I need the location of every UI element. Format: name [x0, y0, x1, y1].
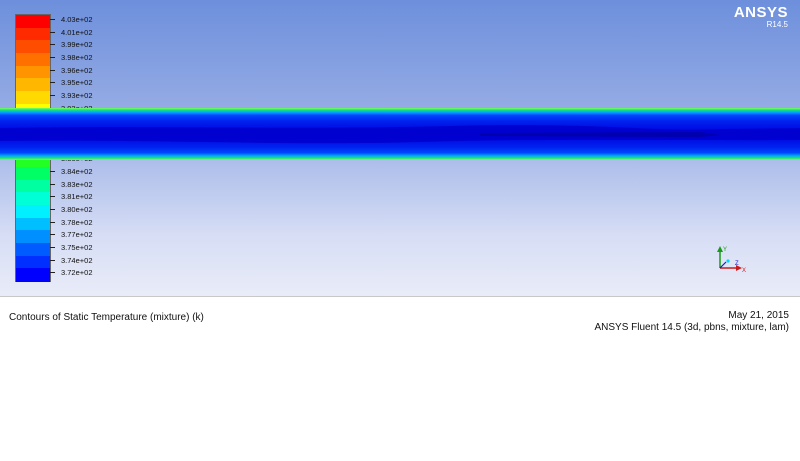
legend-label: 3.72e+02	[61, 268, 93, 278]
legend-swatch	[16, 192, 50, 206]
legend-label: 3.96e+02	[61, 65, 93, 75]
legend-label: 3.77e+02	[61, 230, 93, 240]
legend-swatch	[16, 217, 50, 231]
ansys-logo: ANSYS R14.5	[734, 4, 788, 29]
legend-tick	[50, 95, 55, 96]
legend-swatch	[16, 167, 50, 181]
legend-tick	[50, 171, 55, 172]
legend-tick	[50, 57, 55, 58]
brand-name: ANSYS	[733, 4, 788, 21]
axis-y-label: Y	[723, 247, 727, 253]
empty-area	[0, 339, 800, 461]
legend-label: 3.75e+02	[61, 243, 93, 252]
graphics-footer: Contours of Static Temperature (mixture)…	[0, 296, 800, 340]
legend-swatch	[16, 243, 50, 257]
legend-label: 3.74e+02	[61, 255, 93, 265]
legend-label: 3.78e+02	[61, 217, 93, 227]
legend-swatch	[16, 268, 50, 282]
legend-label: 3.81e+02	[61, 192, 93, 202]
brand-version: R14.5	[766, 20, 788, 29]
legend-tick	[50, 44, 55, 46]
legend-tick	[50, 19, 55, 20]
legend-label: 4.03e+02	[61, 15, 93, 24]
legend-label: 3.93e+02	[61, 91, 93, 100]
legend-tick	[50, 69, 55, 71]
axis-triad-icon: Y Z X	[717, 246, 746, 274]
legend-tick	[50, 209, 55, 210]
legend-label: 4.01e+02	[61, 27, 93, 37]
plot-title: Contours of Static Temperature (mixture)…	[9, 312, 204, 323]
legend-swatch	[16, 179, 50, 193]
legend-swatch	[16, 53, 50, 67]
legend-swatch	[16, 65, 50, 79]
legend-tick	[50, 31, 55, 33]
legend-label: 3.98e+02	[61, 53, 93, 62]
legend-tick	[50, 234, 55, 236]
legend-label: 3.84e+02	[61, 167, 93, 176]
legend-tick	[50, 221, 55, 223]
legend-tick	[50, 196, 55, 198]
legend-tick	[50, 247, 55, 248]
legend-swatch	[16, 255, 50, 269]
pipe-contour	[0, 108, 800, 160]
legend-tick	[50, 259, 55, 261]
graphics-viewport[interactable]: 4.03e+02 4.01e+02 3.99e+02 3.98e+02 3.96e+02…	[0, 0, 800, 296]
legend-swatch	[16, 27, 50, 41]
legend-swatch	[16, 40, 50, 54]
solver-info: ANSYS Fluent 14.5 (3d, pbns, mixture, la…	[594, 322, 789, 333]
legend-swatch	[16, 78, 50, 92]
legend-label: 3.80e+02	[61, 205, 93, 214]
axis-x-label: X	[742, 268, 746, 274]
legend-tick	[50, 272, 55, 274]
legend-label: 3.99e+02	[61, 40, 93, 50]
legend-tick	[50, 82, 55, 84]
plot-date: May 21, 2015	[728, 310, 789, 321]
legend-tick	[50, 183, 55, 185]
legend-swatch	[16, 91, 50, 105]
legend-swatch	[16, 15, 50, 29]
legend-swatch	[16, 230, 50, 244]
axis-z-label: Z	[735, 261, 739, 267]
legend-label: 3.83e+02	[61, 179, 93, 189]
legend-swatch	[16, 205, 50, 219]
legend-label: 3.95e+02	[61, 78, 93, 88]
